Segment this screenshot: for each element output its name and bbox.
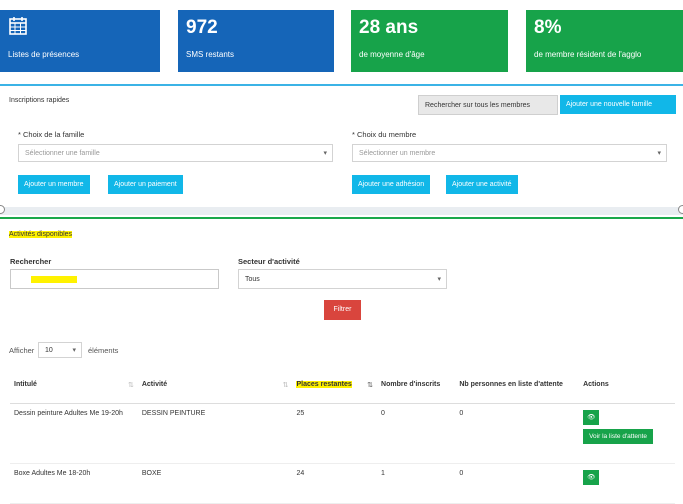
family-select[interactable]: Sélectionner une famille ▾: [18, 144, 333, 162]
sector-label: Secteur d'activité: [238, 257, 300, 266]
add-membership-button[interactable]: Ajouter une adhésion: [352, 175, 431, 194]
stat-tile-age: 28 ans de moyenne d'âge: [351, 10, 508, 72]
chevron-down-icon: ▾: [323, 150, 327, 157]
add-member-button[interactable]: Ajouter un membre: [18, 175, 90, 194]
tile-value: 972: [186, 17, 218, 38]
chevron-down-icon: ▾: [72, 347, 76, 354]
stat-tile-sms: 972 SMS restants: [178, 10, 334, 72]
add-activity-button[interactable]: Ajouter une activité: [446, 175, 518, 194]
column-header: Actions: [579, 367, 675, 404]
page-length-select[interactable]: 10 ▾: [38, 342, 82, 358]
column-header[interactable]: Nb personnes en liste d'attente: [455, 367, 580, 404]
view-button[interactable]: 👁: [583, 409, 600, 425]
calendar-icon: [9, 17, 27, 35]
tile-label: de membre résident de l'agglo: [534, 50, 642, 59]
activities-table: Intitulé ⇅ Activité ⇅ Places restantes ⇅ No…: [10, 367, 675, 504]
cell-title: Dessin peinture Adultes Me 19-20h: [10, 403, 138, 464]
cell-activity: BOXE: [137, 463, 293, 504]
table-header-row: Intitulé ⇅ Activité ⇅ Places restantes ⇅ No…: [10, 367, 675, 404]
stat-tile-attendance[interactable]: Listes de présences: [0, 10, 160, 72]
filter-button[interactable]: Filtrer: [324, 300, 361, 320]
activities-card: Activités disponibles Rechercher Secteur…: [0, 217, 683, 504]
cell-registered: 0: [377, 403, 456, 464]
eye-icon: 👁: [587, 413, 596, 421]
eye-icon: 👁: [587, 473, 596, 481]
card-divider: [0, 205, 683, 215]
page-length-value: 10: [45, 347, 53, 354]
chevron-down-icon: ▾: [437, 276, 441, 283]
column-header[interactable]: Intitulé ⇅: [10, 367, 138, 404]
family-label: * Choix de la famille: [18, 130, 85, 139]
quick-registration-card: Inscriptions rapides Rechercher sur tous…: [0, 84, 683, 210]
tile-label: de moyenne d'âge: [359, 50, 425, 59]
card-title: Activités disponibles: [9, 231, 73, 238]
chevron-down-icon: ▾: [657, 150, 661, 157]
activities-title: Activités disponibles: [9, 231, 73, 238]
tile-value: 8%: [534, 17, 562, 38]
cell-actions: 👁: [579, 463, 675, 504]
column-header[interactable]: Places restantes ⇅: [292, 367, 378, 404]
sort-icon[interactable]: ⇅: [367, 381, 373, 389]
view-button[interactable]: 👁: [583, 469, 600, 485]
cell-places: 24: [292, 463, 378, 504]
resize-handle[interactable]: [0, 205, 5, 214]
member-select[interactable]: Sélectionner un membre ▾: [352, 144, 667, 162]
table-row: Boxe Adultes Me 18-20h BOXE 24 1 0 👁: [10, 463, 675, 504]
cell-actions: 👁 Voir la liste d'attente: [579, 403, 675, 464]
add-payment-button[interactable]: Ajouter un paiement: [108, 175, 183, 194]
column-header[interactable]: Activité ⇅: [137, 367, 293, 404]
table-row: Dessin peinture Adultes Me 19-20h DESSIN…: [10, 403, 675, 464]
sector-select-value: Tous: [245, 276, 260, 283]
member-label: * Choix du membre: [352, 130, 417, 139]
add-family-button[interactable]: Ajouter une nouvelle famille: [560, 95, 676, 114]
cell-waiting: 0: [455, 463, 580, 504]
tile-value: 28 ans: [359, 17, 419, 38]
stat-tile-residents: 8% de membre résident de l'agglo: [526, 10, 683, 72]
elements-label: éléments: [88, 346, 119, 355]
tile-label: Listes de présences: [8, 50, 80, 59]
sort-icon[interactable]: ⇅: [283, 381, 289, 389]
search-label: Rechercher: [10, 257, 52, 266]
sort-icon[interactable]: ⇅: [128, 381, 134, 389]
search-all-members-button[interactable]: Rechercher sur tous les membres: [418, 95, 558, 115]
tile-label: SMS restants: [186, 50, 235, 59]
cell-activity: DESSIN PEINTURE: [137, 403, 293, 464]
resize-handle[interactable]: [678, 205, 683, 214]
family-select-value: Sélectionner une famille: [25, 150, 100, 157]
card-title: Inscriptions rapides: [9, 97, 70, 104]
column-header[interactable]: Nombre d'inscrits: [377, 367, 456, 404]
highlight-mark: [31, 276, 77, 283]
show-label: Afficher: [9, 346, 35, 355]
cell-title: Boxe Adultes Me 18-20h: [10, 463, 138, 504]
cell-waiting: 0: [455, 403, 580, 464]
member-select-value: Sélectionner un membre: [359, 150, 436, 157]
cell-places: 25: [292, 403, 378, 464]
cell-registered: 1: [377, 463, 456, 504]
search-input[interactable]: [10, 269, 219, 289]
waitlist-button[interactable]: Voir la liste d'attente: [583, 428, 654, 444]
sector-select[interactable]: Tous ▾: [238, 269, 447, 289]
